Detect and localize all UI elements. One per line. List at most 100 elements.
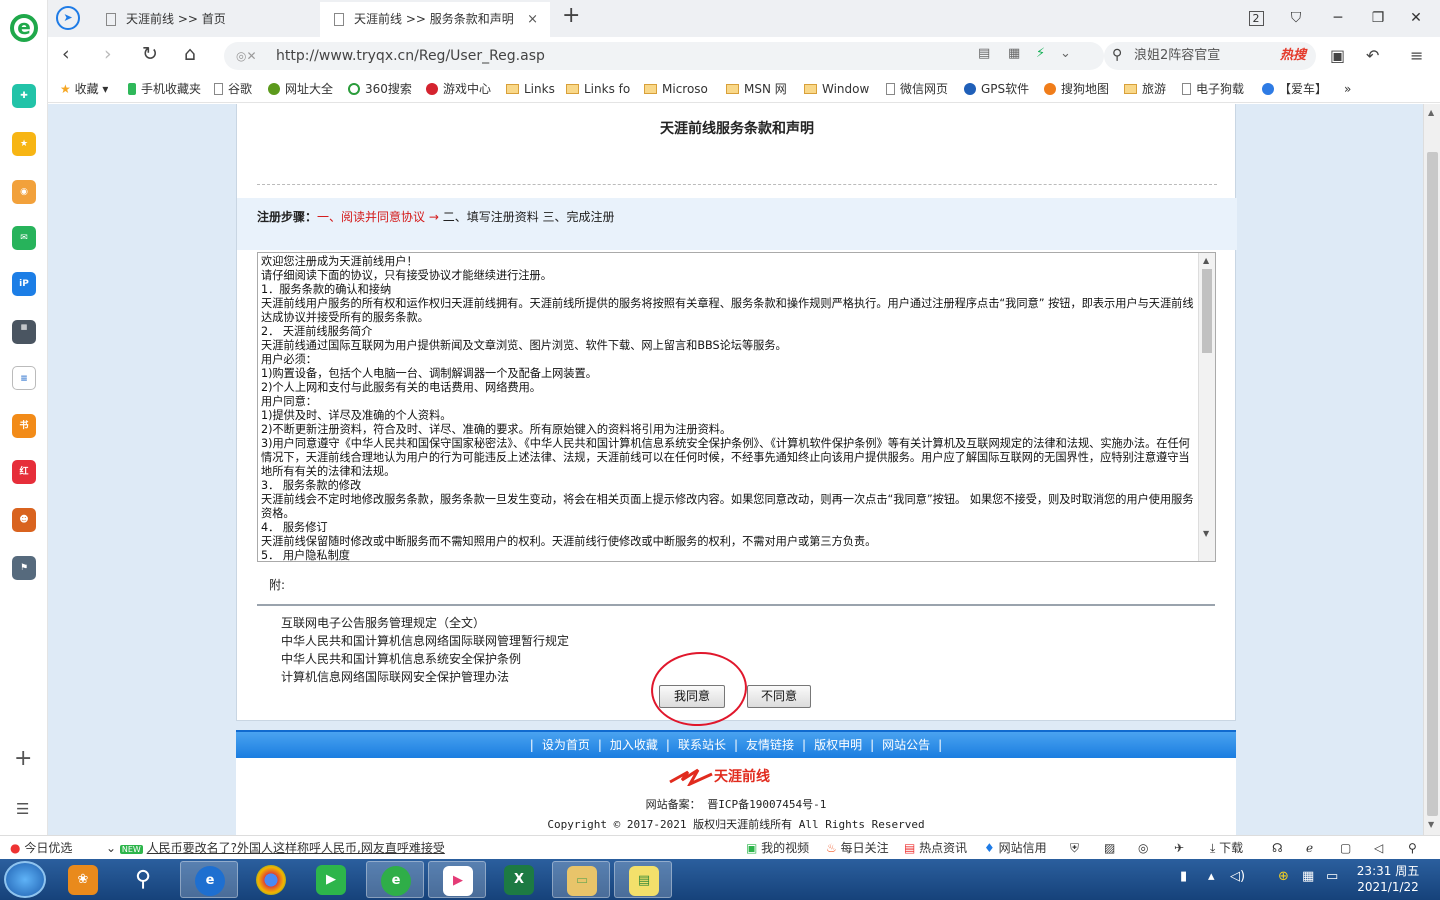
browser-logo-icon[interactable]: e (10, 14, 38, 42)
zoom-icon[interactable]: ⚲ (1408, 836, 1417, 860)
navigation-arrow-icon[interactable]: ➤ (56, 6, 80, 30)
bookmark-item[interactable]: 游戏中心 (426, 75, 491, 103)
footer-link-home[interactable]: 设为首页 (542, 738, 590, 752)
home-icon[interactable]: ⌂ (184, 43, 196, 65)
bookmark-folder[interactable]: Microso (644, 75, 718, 103)
headset-icon[interactable]: ☊ (1272, 836, 1283, 860)
taskbar-app[interactable]: e (180, 861, 238, 898)
bookmark-item[interactable]: 谷歌 (214, 75, 252, 103)
search-box[interactable]: ⚲ 浪姐2阵容官宣 热搜 (1104, 42, 1316, 70)
minimize-button[interactable]: ─ (1318, 0, 1358, 37)
bookmark-favorites[interactable]: ★ 收藏 ▾ (60, 75, 108, 103)
today-picks[interactable]: ● 今日优选 (10, 836, 72, 860)
shield-icon[interactable]: ⛨ (1070, 836, 1079, 860)
sync-icon[interactable]: ◎ (1138, 836, 1148, 860)
sound-icon[interactable]: ◁ (1374, 836, 1383, 860)
taskbar-app[interactable]: ▤ (614, 861, 672, 898)
security-shield-icon[interactable]: ◎✕ (236, 49, 257, 63)
system-clock[interactable]: 23:31 周五 2021/1/22 (1352, 863, 1424, 895)
bookmark-item[interactable]: 【爱车】 (1262, 75, 1327, 103)
footer-link-copyright[interactable]: 版权申明 (814, 738, 862, 752)
rocket-icon[interactable]: ✈ (1174, 836, 1184, 860)
bookmark-item[interactable]: 微信网页 (886, 75, 956, 103)
page-scrollbar[interactable]: ▲ ▼ (1423, 104, 1440, 835)
taskbar-app[interactable]: ▶ (302, 861, 360, 898)
taskbar-app[interactable] (242, 861, 300, 898)
new-tab-icon[interactable]: + (562, 3, 580, 28)
close-tab-icon[interactable]: × (527, 2, 538, 37)
taskbar-app[interactable]: ▭ (552, 861, 610, 898)
site-credit[interactable]: ♦ 网站信用 (984, 836, 1047, 860)
agree-button[interactable]: 我同意 (659, 685, 725, 708)
tab-home[interactable]: 天涯前线 >> 首页 (92, 2, 320, 37)
qr-code-icon[interactable]: ▦ (1008, 46, 1020, 61)
window-icon[interactable]: ▢ (1340, 836, 1351, 860)
add-sidebar-icon[interactable]: + (14, 746, 32, 771)
game-app-icon[interactable]: ▦ (12, 320, 36, 344)
tab-terms[interactable]: 天涯前线 >> 服务条款和声明 × (320, 2, 550, 37)
footer-link-contact[interactable]: 联系站长 (678, 738, 726, 752)
bookmark-folder[interactable]: Window (804, 75, 880, 103)
scroll-thumb[interactable] (1202, 269, 1212, 353)
agreement-scrollbar[interactable]: ▲ ▼ (1198, 253, 1215, 561)
network-icon[interactable]: ▦ (1302, 869, 1314, 884)
battery-icon[interactable]: ▮ (1180, 869, 1187, 884)
tray-app-icon[interactable]: ⊕ (1278, 869, 1289, 884)
agreement-textarea[interactable]: 欢迎您注册成为天涯前线用户！ 请仔细阅读下面的协议，只有接受协议才能继续进行注册… (257, 252, 1216, 562)
daily-focus[interactable]: ♨ 每日关注 (826, 836, 889, 860)
menu-icon[interactable]: ≡ (1410, 46, 1423, 65)
bookmark-item[interactable]: 电子狗载 (1182, 75, 1258, 103)
document-app-icon[interactable]: ≡ (12, 366, 36, 390)
footer-link-favorite[interactable]: 加入收藏 (610, 738, 658, 752)
forward-icon[interactable]: › (104, 43, 112, 65)
footer-link-friends[interactable]: 友情链接 (746, 738, 794, 752)
red-app-icon[interactable]: 红 (12, 460, 36, 484)
regulation-link[interactable]: 中华人民共和国计算机信息网络国际联网管理暂行规定 (281, 632, 569, 650)
back-icon[interactable]: ‹ (62, 43, 70, 65)
reader-mode-icon[interactable]: ▤ (978, 46, 990, 61)
url-text[interactable]: http://www.tryqx.cn/Reg/User_Reg.asp (276, 42, 545, 70)
game-character-icon[interactable]: ☻ (12, 508, 36, 532)
taskbar-app[interactable]: ❀ (54, 861, 112, 898)
plugin-icon[interactable]: ✚ (12, 84, 36, 108)
scroll-thumb[interactable] (1427, 152, 1438, 816)
bookmark-item[interactable]: 360搜索 (348, 75, 412, 103)
taskbar-app[interactable]: X (490, 861, 548, 898)
hot-news[interactable]: ▤ 热点资讯 (904, 836, 967, 860)
bookmark-item[interactable]: 搜狗地图 (1044, 75, 1109, 103)
ie-mode-icon[interactable]: ℯ (1306, 836, 1313, 860)
more-bookmarks-icon[interactable]: » (1344, 75, 1351, 103)
shooter-game-icon[interactable]: ⚑ (12, 556, 36, 580)
maximize-button[interactable]: ❐ (1358, 0, 1398, 37)
mail-icon[interactable]: ✉ (12, 226, 36, 250)
bookmark-item[interactable]: 网址大全 (268, 75, 333, 103)
sidebar-list-icon[interactable]: ☰ (16, 800, 29, 818)
address-bar[interactable]: ◎✕ http://www.tryqx.cn/Reg/User_Reg.asp … (224, 42, 1104, 70)
image-icon[interactable]: ▨ (1104, 836, 1115, 860)
favorites-star-icon[interactable]: ★ (12, 132, 36, 156)
regulation-link[interactable]: 计算机信息网络国际联网安全保护管理办法 (281, 668, 569, 686)
tray-expand-icon[interactable]: ▴ (1208, 869, 1215, 884)
bookmark-folder[interactable]: Links (506, 75, 564, 103)
start-button[interactable] (4, 861, 46, 898)
taskbar-app[interactable]: ⚲ (114, 861, 172, 898)
refresh-icon[interactable]: ↻ (142, 43, 158, 65)
download-button[interactable]: ⤓ 下载 (1210, 836, 1243, 860)
dropdown-chevron-icon[interactable]: ⌄ (1060, 46, 1071, 61)
shirt-skin-icon[interactable]: ⛉ (1276, 0, 1316, 37)
bookmark-folder[interactable]: Links fo (566, 75, 638, 103)
action-center-icon[interactable]: ▭ (1326, 869, 1338, 884)
ip-icon[interactable]: iP (12, 272, 36, 296)
apps-grid-icon[interactable]: ▣ (1330, 46, 1345, 65)
scroll-down-icon[interactable]: ▼ (1428, 820, 1434, 829)
novel-app-icon[interactable]: 书 (12, 414, 36, 438)
my-video[interactable]: ▣ 我的视频 (746, 836, 809, 860)
bookmark-folder[interactable]: 旅游 (1124, 75, 1166, 103)
scroll-down-icon[interactable]: ▼ (1203, 529, 1209, 538)
disagree-button[interactable]: 不同意 (747, 685, 811, 708)
close-window-button[interactable]: ✕ (1396, 0, 1436, 37)
taskbar-app[interactable]: ▶ (428, 861, 486, 898)
regulation-link[interactable]: 中华人民共和国计算机信息系统安全保护条例 (281, 650, 569, 668)
footer-link-notice[interactable]: 网站公告 (882, 738, 930, 752)
volume-icon[interactable]: ◁) (1230, 869, 1245, 884)
